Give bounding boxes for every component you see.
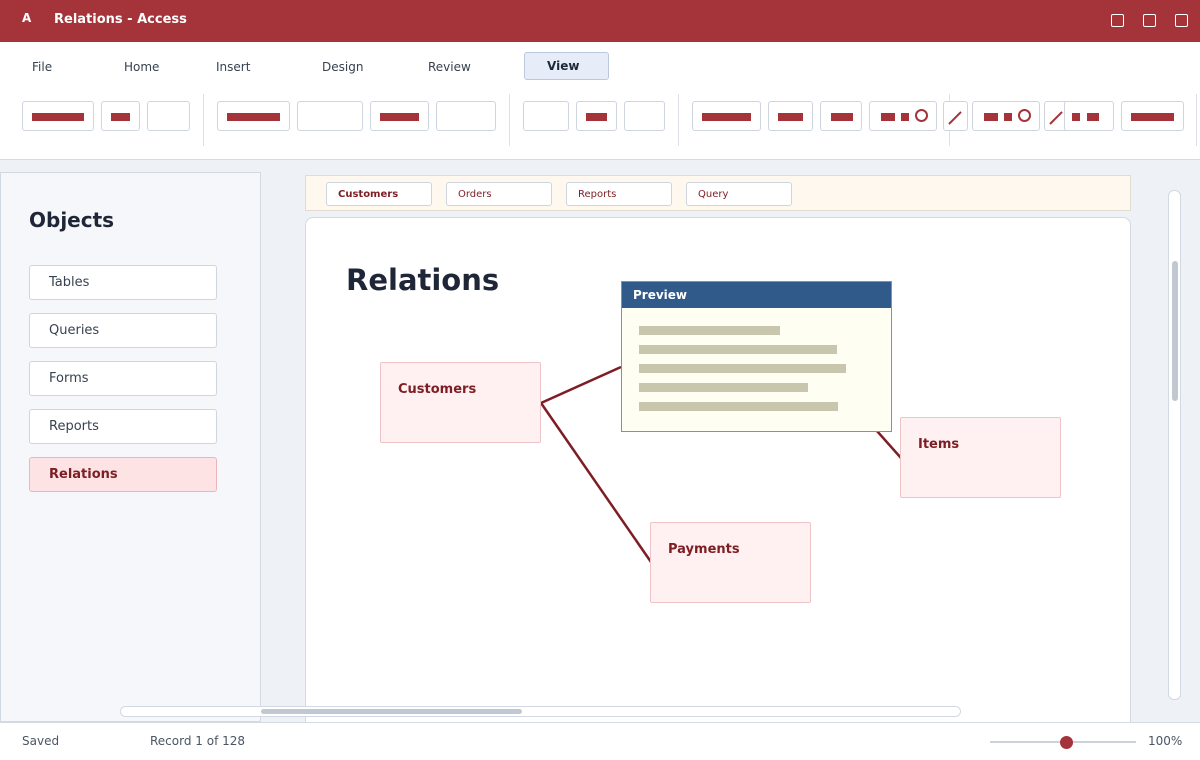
doc-tab-customers[interactable]: Customers — [326, 182, 432, 206]
record-counter: Record 1 of 128 — [150, 734, 246, 748]
ribbon-button[interactable] — [147, 101, 190, 131]
window-title: Relations - Access — [54, 12, 187, 27]
ribbon: File Home Insert Design Review View — [0, 42, 1200, 160]
preview-text-line — [639, 383, 808, 392]
ribbon-button[interactable] — [297, 101, 363, 131]
sidebar-item-reports[interactable]: Reports — [29, 409, 217, 444]
sidebar-item-forms[interactable]: Forms — [29, 361, 217, 396]
access-app-icon: A — [22, 11, 32, 25]
table-payments[interactable]: Payments — [650, 522, 811, 603]
doc-tab-query[interactable]: Query — [686, 182, 792, 206]
ribbon-button[interactable] — [370, 101, 429, 131]
title-bar: A Relations - Access — [0, 0, 1200, 42]
tab-home[interactable]: Home — [124, 52, 159, 80]
preview-text-line — [639, 345, 837, 354]
ribbon-button[interactable] — [624, 101, 665, 131]
horizontal-scroll-thumb[interactable] — [261, 709, 522, 714]
ribbon-button[interactable] — [576, 101, 617, 131]
sidebar-item-queries[interactable]: Queries — [29, 313, 217, 348]
document-tabs: Customers Orders Reports Query — [305, 175, 1131, 211]
relations-canvas[interactable]: Relations Customers Items Payments Previ… — [305, 217, 1131, 727]
sidebar-item-tables[interactable]: Tables — [29, 265, 217, 300]
circle-icon — [915, 109, 928, 122]
preview-text-line — [639, 402, 838, 411]
ribbon-shape-button[interactable] — [972, 101, 1040, 131]
ribbon-shape-button[interactable] — [869, 101, 937, 131]
tab-file[interactable]: File — [32, 52, 52, 80]
ribbon-separator — [678, 94, 679, 146]
ribbon-separator — [1196, 94, 1197, 146]
tab-insert[interactable]: Insert — [216, 52, 250, 80]
circle-icon — [1018, 109, 1031, 122]
table-title: Items — [918, 437, 960, 452]
status-bar: Saved Record 1 of 128 100% — [0, 722, 1200, 760]
navigation-pane: Objects Tables Queries Forms Reports Rel… — [0, 172, 261, 722]
maximize-icon[interactable] — [1143, 14, 1156, 27]
vertical-scrollbar[interactable] — [1168, 190, 1181, 700]
ribbon-button[interactable] — [1121, 101, 1184, 131]
line-icon — [1049, 111, 1063, 125]
ribbon-button[interactable] — [692, 101, 761, 131]
vertical-scroll-thumb[interactable] — [1172, 261, 1178, 401]
sidebar-item-relations[interactable]: Relations — [29, 457, 217, 492]
preview-popup[interactable]: Preview — [621, 281, 892, 432]
ribbon-button[interactable] — [768, 101, 813, 131]
preview-title: Preview — [622, 282, 891, 308]
tab-review[interactable]: Review — [428, 52, 471, 80]
tab-design[interactable]: Design — [322, 52, 363, 80]
relation-line-items[interactable] — [876, 430, 902, 459]
table-title: Payments — [668, 542, 740, 557]
table-items[interactable]: Items — [900, 417, 1061, 498]
line-icon — [948, 111, 962, 125]
close-icon[interactable] — [1175, 14, 1188, 27]
table-title: Customers — [398, 382, 477, 397]
ribbon-button[interactable] — [820, 101, 862, 131]
ribbon-separator — [509, 94, 510, 146]
doc-tab-orders[interactable]: Orders — [446, 182, 552, 206]
minimize-icon[interactable] — [1111, 14, 1124, 27]
ribbon-separator — [203, 94, 204, 146]
ribbon-button[interactable] — [436, 101, 496, 131]
table-customers[interactable]: Customers — [380, 362, 541, 443]
ribbon-button[interactable] — [217, 101, 290, 131]
preview-text-line — [639, 326, 780, 335]
zoom-level: 100% — [1148, 734, 1183, 748]
save-status: Saved — [22, 734, 60, 748]
ribbon-button[interactable] — [523, 101, 569, 131]
zoom-slider-thumb[interactable] — [1060, 736, 1073, 749]
tab-view[interactable]: View — [524, 52, 609, 80]
relation-line-customers-preview[interactable] — [540, 365, 622, 405]
ribbon-button[interactable] — [1064, 101, 1114, 131]
horizontal-scrollbar[interactable] — [120, 706, 961, 717]
ribbon-button[interactable] — [22, 101, 94, 131]
preview-text-line — [639, 364, 846, 373]
objects-heading: Objects — [29, 208, 115, 232]
ribbon-button[interactable] — [101, 101, 140, 131]
doc-tab-reports[interactable]: Reports — [566, 182, 672, 206]
line-tool-button[interactable] — [943, 101, 968, 131]
